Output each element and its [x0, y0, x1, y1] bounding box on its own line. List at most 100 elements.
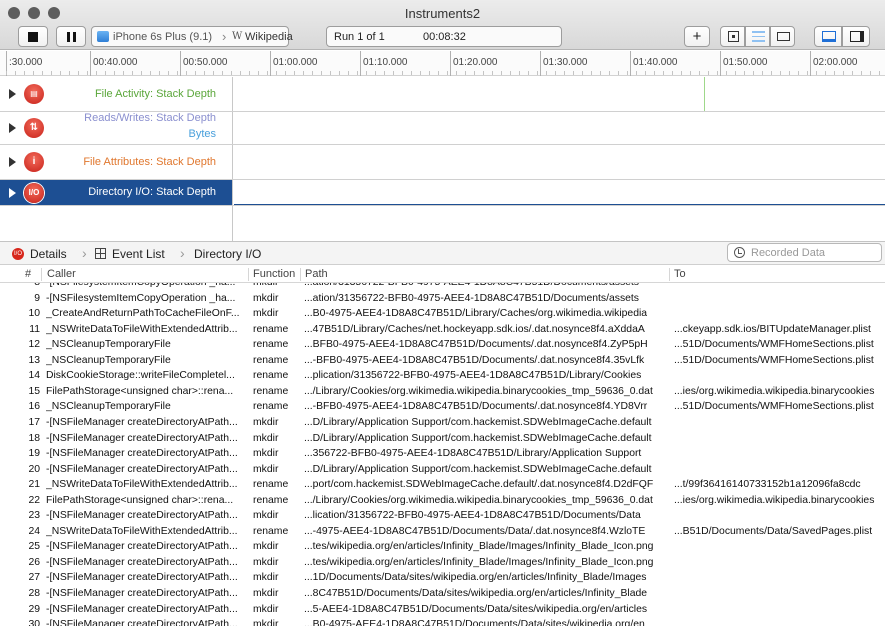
table-row[interactable]: 26 -[NSFileManager createDirectoryAtPath.… [0, 555, 885, 571]
table-row[interactable]: 24 _NSWriteDataToFileWithExtendedAttrib..… [0, 524, 885, 540]
table-row[interactable]: 21 _NSWriteDataToFileWithExtendedAttrib..… [0, 477, 885, 493]
row-function: mkdir [253, 572, 279, 584]
breadcrumb-directory-io[interactable]: Directory I/O [194, 247, 261, 261]
table-row[interactable]: 20 -[NSFileManager createDirectoryAtPath.… [0, 462, 885, 478]
table-row[interactable]: 30 -[NSFileManager createDirectoryAtPath.… [0, 617, 885, 626]
breadcrumb-event-list[interactable]: Event List [112, 247, 165, 261]
disclosure-triangle-icon[interactable] [9, 89, 16, 99]
record-button[interactable] [18, 26, 48, 47]
row-path: .../Library/Cookies/org.wikimedia.wikipe… [304, 385, 653, 397]
row-caller: -[NSFileManager createDirectoryAtPath... [46, 541, 238, 553]
row-number: 26 [28, 556, 40, 568]
track-file-activity[interactable]: ▤ File Activity: Stack Depth [0, 77, 885, 112]
column-header-function[interactable]: Function [253, 268, 295, 280]
column-header-caller[interactable]: Caller [47, 268, 76, 280]
row-function: rename [253, 479, 289, 491]
column-header-number[interactable]: # [25, 268, 31, 280]
breadcrumb-details[interactable]: Details [30, 247, 67, 261]
row-to: ...ies/org.wikimedia.wikipedia.binarycoo… [674, 385, 875, 397]
row-to: ...B51D/Documents/Data/SavedPages.plist [674, 525, 873, 537]
row-caller: _NSWriteDataToFileWithExtendedAttrib... [46, 479, 238, 491]
row-caller: _NSCleanupTemporaryFile [46, 354, 171, 366]
track-file-attributes[interactable]: i File Attributes: Stack Depth [0, 145, 885, 180]
timeline-ruler[interactable]: :30.000 00:40.000 00:50.000 01:00.000 01:10.… [0, 51, 885, 76]
table-row[interactable]: 27 -[NSFileManager createDirectoryAtPath.… [0, 570, 885, 586]
ruler-label: 01:20.000 [453, 57, 498, 68]
event-table[interactable]: 8-[NSFilesystemItemCopyOperation _ha...m… [0, 283, 885, 626]
row-caller: -[NSFilesystemItemCopyOperation _ha... [46, 292, 236, 304]
list-view-button[interactable] [745, 26, 770, 47]
disclosure-triangle-icon[interactable] [9, 123, 16, 133]
row-caller: -[NSFileManager createDirectoryAtPath... [46, 510, 238, 522]
info-icon: i [24, 152, 44, 172]
row-number: 18 [28, 432, 40, 444]
row-caller: _NSWriteDataToFileWithExtendedAttrib... [46, 323, 238, 335]
recorded-data-filter[interactable]: Recorded Data [727, 243, 882, 262]
row-path: ...tes/wikipedia.org/en/articles/Infinit… [304, 541, 654, 553]
row-number: 19 [28, 448, 40, 460]
row-path: .../Library/Cookies/org.wikimedia.wikipe… [304, 494, 653, 506]
keyboard-icon [777, 32, 790, 41]
table-row[interactable]: 16 _NSCleanupTemporaryFile rename ...-BFB0-… [0, 399, 885, 415]
run-label: Run 1 of 1 [334, 31, 385, 43]
target-app: Wikipedia [245, 31, 293, 43]
row-number: 21 [28, 479, 40, 491]
row-path: ...47B51D/Library/Caches/net.hockeyapp.s… [304, 323, 645, 335]
target-selector[interactable]: iPhone 6s Plus (9.1) › W Wikipedia [91, 26, 293, 47]
row-to: ...51D/Documents/WMFHomeSections.plist [674, 401, 874, 413]
row-path: ...-BFB0-4975-AEE4-1D8A8C47B51D/Document… [304, 401, 648, 413]
table-row[interactable]: 9 -[NSFilesystemItemCopyOperation _ha... m… [0, 291, 885, 307]
disclosure-triangle-icon[interactable] [9, 187, 16, 198]
row-function: mkdir [253, 292, 279, 304]
toggle-inspector-button[interactable] [842, 26, 870, 47]
ruler-label: 00:50.000 [183, 57, 228, 68]
row-to: ...t/99f36416140733152b1a12096fa8cdc [674, 479, 861, 491]
table-row[interactable]: 28 -[NSFileManager createDirectoryAtPath.… [0, 586, 885, 602]
table-row[interactable]: 15 FilePathStorage<unsigned char>::rena..… [0, 384, 885, 400]
table-row[interactable]: 19 -[NSFileManager createDirectoryAtPath.… [0, 446, 885, 462]
row-path: ...1D/Documents/Data/sites/wikipedia.org… [304, 572, 647, 584]
row-path: ...5-AEE4-1D8A8C47B51D/Documents/Data/si… [304, 603, 648, 615]
elapsed-time: 00:08:32 [423, 31, 466, 43]
ruler-label: :30.000 [9, 57, 43, 68]
table-row[interactable]: 29 -[NSFileManager createDirectoryAtPath.… [0, 602, 885, 618]
column-header-path[interactable]: Path [305, 268, 328, 280]
add-instrument-button[interactable]: + [684, 26, 710, 47]
stop-icon [28, 32, 38, 42]
disclosure-triangle-icon[interactable] [9, 157, 16, 167]
search-placeholder: Recorded Data [751, 247, 825, 259]
row-number: 14 [28, 370, 40, 382]
row-number: 8 [0, 283, 40, 291]
row-caller: -[NSFileManager createDirectoryAtPath... [46, 448, 238, 460]
table-row[interactable]: 10 _CreateAndReturnPathToCacheFileOnF... m… [0, 306, 885, 322]
row-function: mkdir [253, 283, 303, 291]
keyboard-view-button[interactable] [770, 26, 795, 47]
pause-button[interactable] [56, 26, 86, 47]
track-directory-io[interactable]: I/O Directory I/O: Stack Depth [0, 180, 885, 206]
row-path: ...356722-BFB0-4975-AEE4-1D8A8C47B51D/Li… [304, 448, 642, 460]
record-settings-button[interactable] [720, 26, 745, 47]
plus-icon: + [692, 28, 702, 45]
table-row[interactable]: 22 FilePathStorage<unsigned char>::rena..… [0, 493, 885, 509]
table-row[interactable]: 13 _NSCleanupTemporaryFile rename ...-BFB0-… [0, 353, 885, 369]
toggle-detail-pane-button[interactable] [814, 26, 842, 47]
row-path: ...D/Library/Application Support/com.hac… [304, 463, 652, 475]
row-path: ...8C47B51D/Documents/Data/sites/wikiped… [304, 588, 648, 599]
ruler-label: 01:30.000 [543, 57, 588, 68]
table-row[interactable]: 25 -[NSFileManager createDirectoryAtPath.… [0, 539, 885, 555]
column-header-to[interactable]: To [674, 268, 686, 280]
table-icon [95, 248, 106, 259]
table-row[interactable]: 23 -[NSFileManager createDirectoryAtPath.… [0, 508, 885, 524]
window-title: Instruments2 [404, 6, 481, 21]
table-row[interactable]: 8 -[NSFilesystemItemCopyOperation _ha... m… [0, 283, 885, 291]
row-path: ...-BFB0-4975-AEE4-1D8A8C47B51D/Document… [304, 354, 645, 366]
filter-icon [734, 247, 745, 258]
directory-io-icon: I/O [24, 182, 44, 203]
table-row[interactable]: 18 -[NSFileManager createDirectoryAtPath.… [0, 431, 885, 447]
table-row[interactable]: 14 DiskCookieStorage::writeFileCompletel.… [0, 368, 885, 384]
track-reads-writes[interactable]: ⇅ Reads/Writes: Stack Depth Bytes [0, 112, 885, 145]
table-row[interactable]: 12 _NSCleanupTemporaryFile rename ...BFB0-4… [0, 337, 885, 353]
table-row[interactable]: 11 _NSWriteDataToFileWithExtendedAttrib..… [0, 322, 885, 338]
table-row[interactable]: 17 -[NSFileManager createDirectoryAtPath.… [0, 415, 885, 431]
settings-square-icon [728, 31, 739, 42]
